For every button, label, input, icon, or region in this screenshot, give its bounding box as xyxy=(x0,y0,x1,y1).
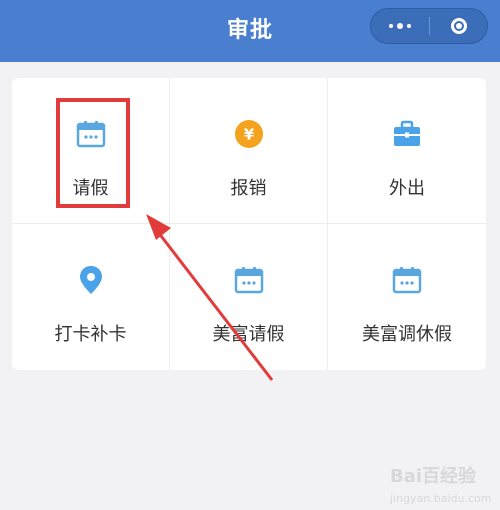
watermark-text: Bai百经验 xyxy=(390,466,477,487)
watermark-url: jingyan.baidu.com xyxy=(390,492,492,505)
annotation-arrow xyxy=(146,214,274,381)
watermark-logo: Bai百经验 jingyan.baidu.com xyxy=(390,458,500,510)
